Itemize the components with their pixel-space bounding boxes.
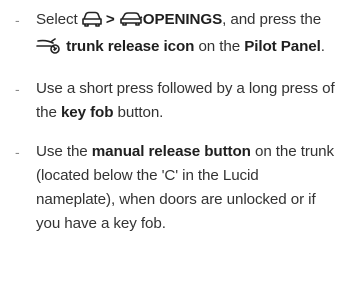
text: Select	[36, 11, 82, 28]
text: button.	[113, 104, 164, 121]
instruction-list: - Select > OPENINGS, and press the trunk…	[0, 0, 345, 236]
separator: >	[101, 11, 119, 28]
bullet: -	[15, 12, 20, 28]
emphasis: key fob	[60, 104, 114, 121]
emphasis: manual release button	[91, 143, 251, 160]
text: , and press the	[222, 11, 322, 28]
list-item: - Select > OPENINGS, and press the trunk…	[0, 8, 345, 62]
bullet: -	[15, 144, 20, 160]
emphasis: Pilot Panel	[244, 38, 321, 55]
emphasis: trunk release icon	[66, 38, 195, 55]
text: .	[320, 38, 325, 55]
list-item: - Use the manual release button on the t…	[0, 140, 345, 236]
bullet: -	[15, 81, 20, 97]
text: on the	[194, 38, 245, 55]
car-front-icon	[81, 11, 102, 35]
car-openings-icon	[119, 11, 143, 35]
openings-label: OPENINGS	[142, 11, 223, 28]
trunk-release-icon	[36, 38, 62, 62]
text: Use the	[36, 143, 92, 160]
list-item: - Use a short press followed by a long p…	[0, 77, 345, 125]
